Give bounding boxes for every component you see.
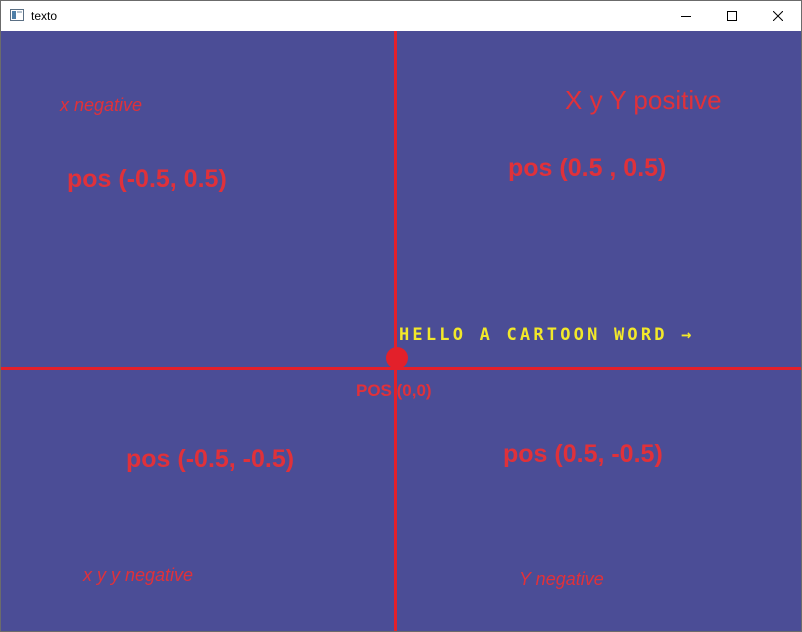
xy-negative-label: x y y negative bbox=[83, 565, 194, 585]
origin-label: POS (0,0) bbox=[356, 381, 432, 400]
minimize-icon bbox=[681, 16, 691, 17]
app-window: texto x negative X y Y positive pos (-0.… bbox=[0, 0, 802, 632]
origin-dot bbox=[386, 347, 408, 369]
x-negative-label: x negative bbox=[60, 95, 143, 115]
y-negative-label: Y negative bbox=[519, 569, 604, 589]
close-icon bbox=[773, 11, 783, 21]
close-button[interactable] bbox=[755, 1, 801, 31]
window-icon bbox=[10, 9, 24, 21]
y-axis-line bbox=[394, 31, 397, 631]
minimize-button[interactable] bbox=[663, 1, 709, 31]
window-title: texto bbox=[31, 9, 58, 23]
title-bar[interactable]: texto bbox=[1, 1, 801, 31]
xy-positive-label: X y Y positive bbox=[565, 85, 722, 115]
cartoon-text: HELLO A CARTOON WORD → bbox=[399, 325, 695, 345]
pos-bottom-right-label: pos (0.5, -0.5) bbox=[503, 440, 663, 468]
pos-top-left-label: pos (-0.5, 0.5) bbox=[67, 165, 227, 193]
pos-bottom-left-label: pos (-0.5, -0.5) bbox=[126, 445, 295, 473]
render-canvas[interactable]: x negative X y Y positive pos (-0.5, 0.5… bbox=[1, 31, 801, 631]
maximize-button[interactable] bbox=[709, 1, 755, 31]
pos-top-right-label: pos (0.5 , 0.5) bbox=[508, 154, 667, 182]
maximize-icon bbox=[727, 11, 737, 21]
